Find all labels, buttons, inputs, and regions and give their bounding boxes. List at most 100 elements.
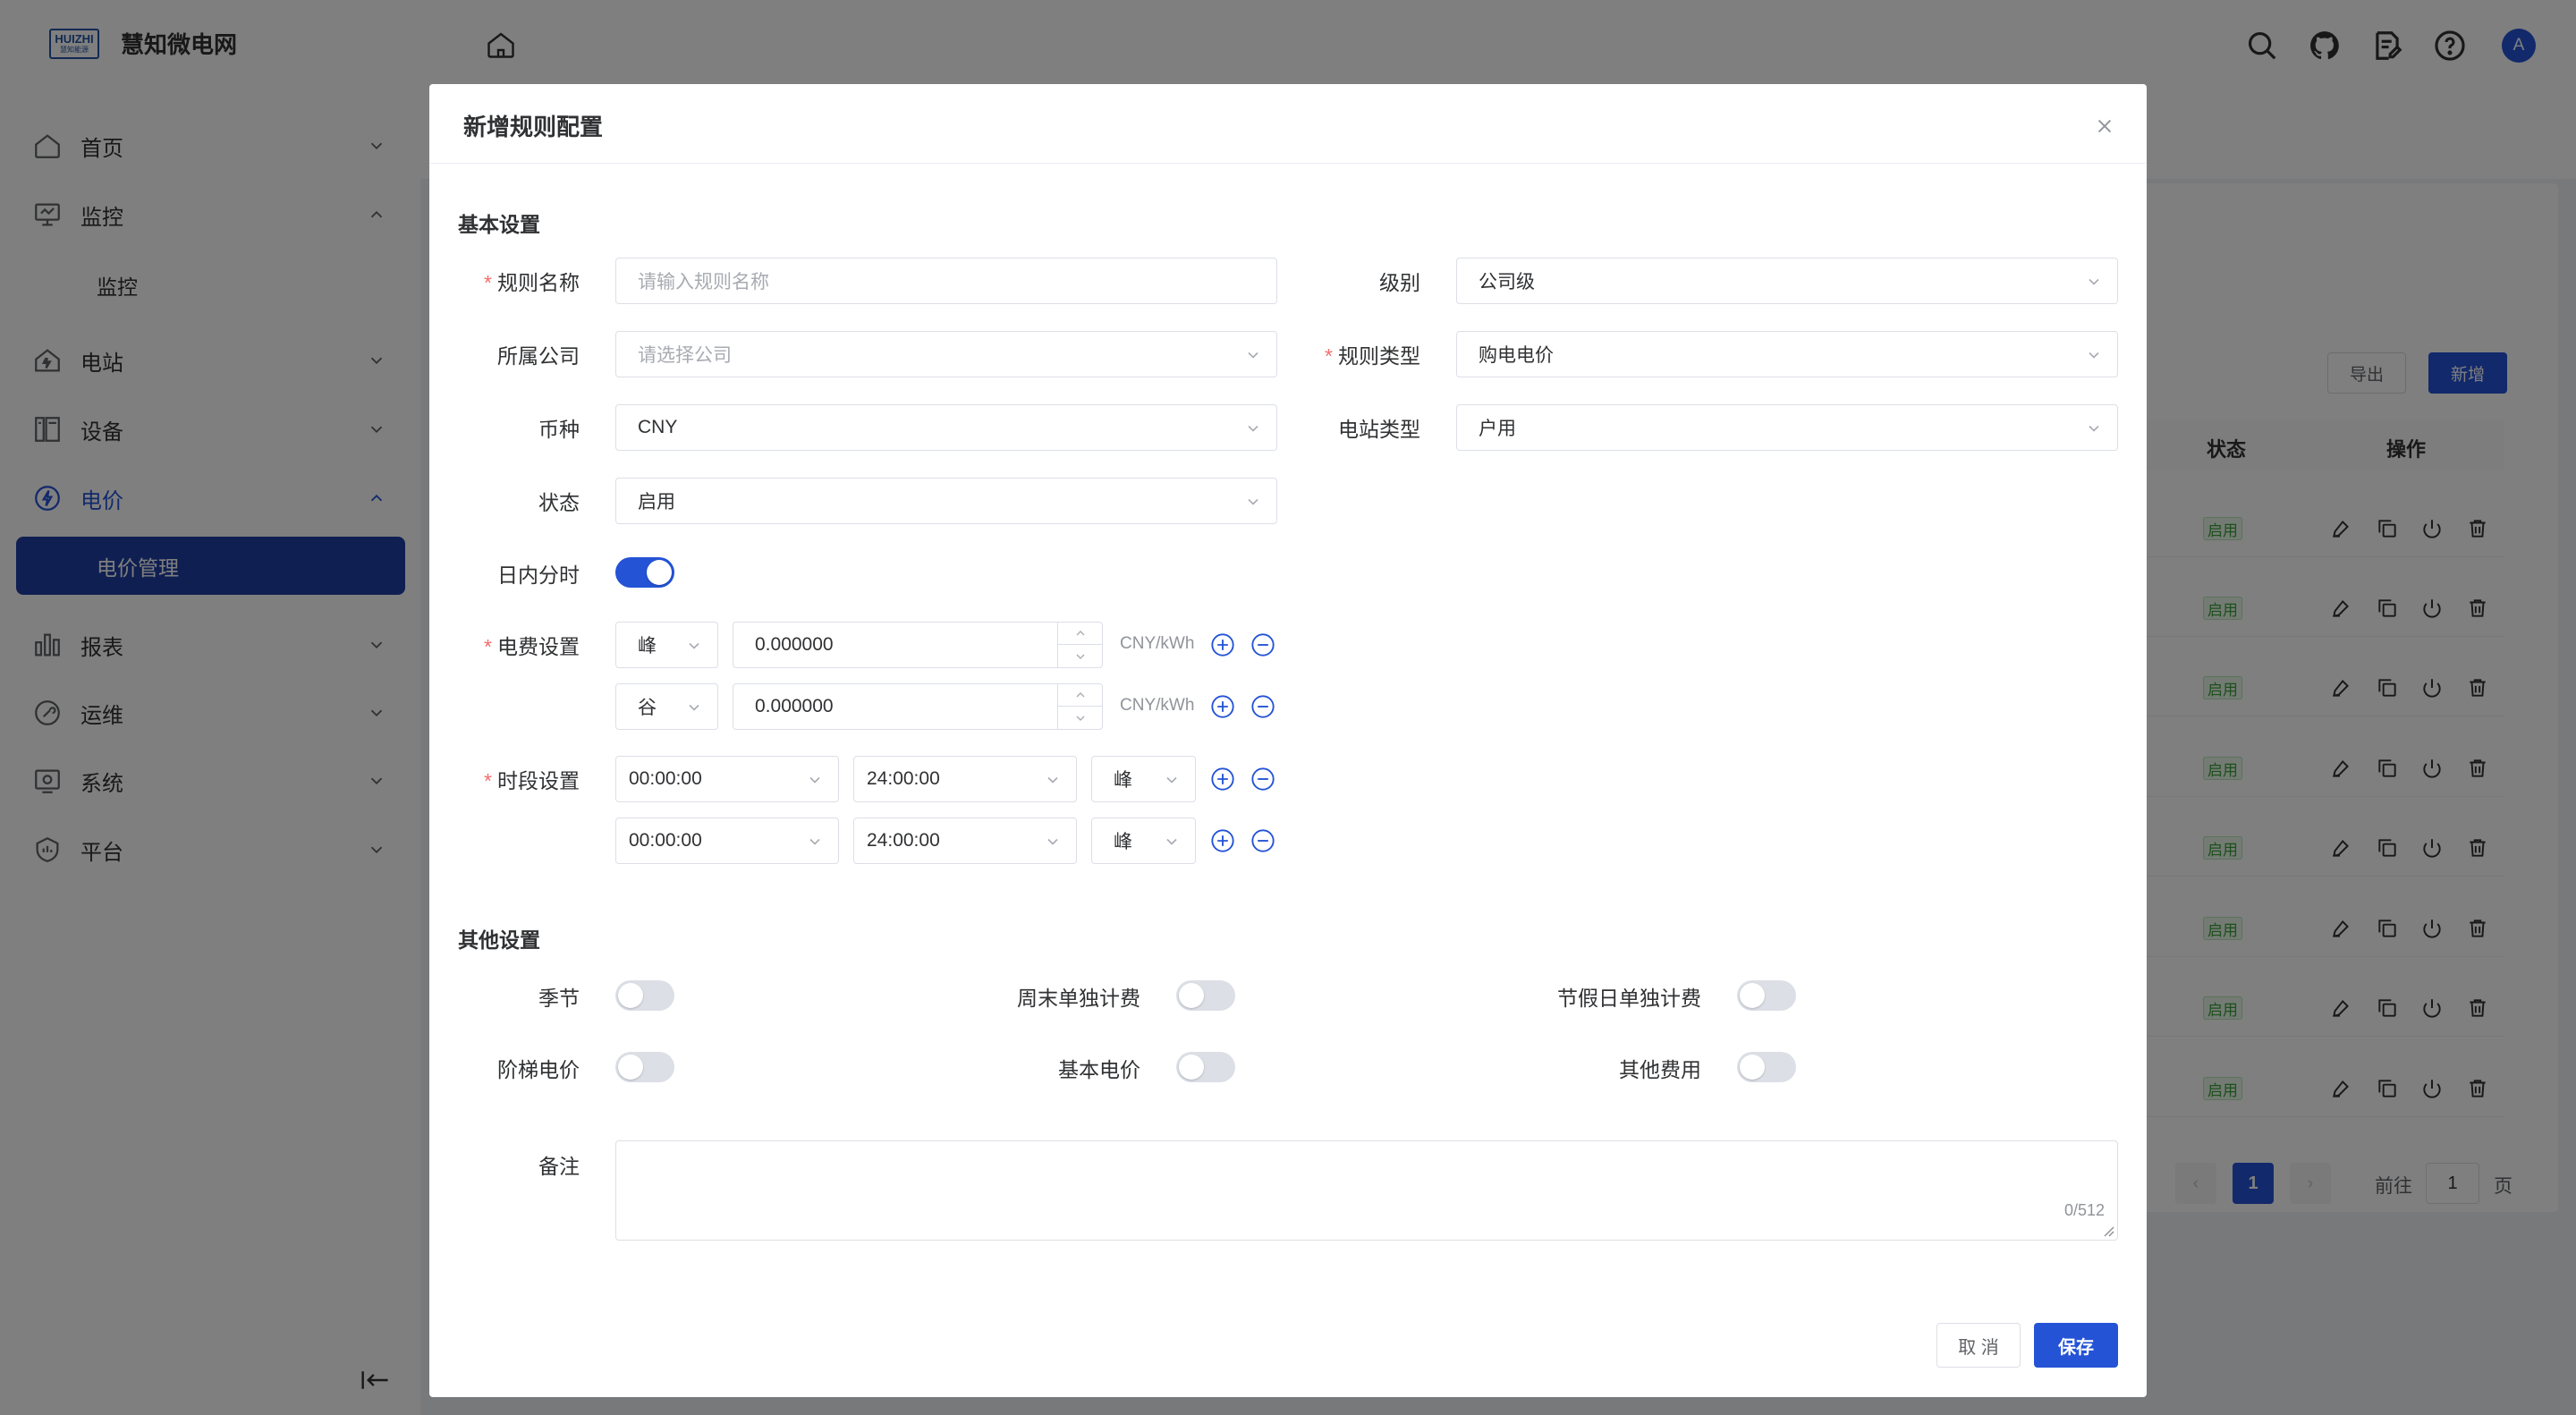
currency-value: CNY: [638, 417, 678, 437]
station-type-value: 户用: [1479, 419, 1516, 439]
dialog-divider: [429, 163, 2147, 164]
fee-price-input[interactable]: 0.000000: [733, 683, 1103, 730]
rule-type-label-text: 规则类型: [1338, 344, 1420, 368]
rule-name-input[interactable]: 请输入规则名称: [615, 258, 1277, 304]
currency-label: 币种: [538, 418, 580, 441]
cancel-button[interactable]: 取 消: [1936, 1323, 2021, 1368]
time-end-select[interactable]: 24:00:00: [853, 818, 1077, 864]
time-period-value: 峰: [1114, 832, 1132, 852]
other-fee-label: 其他费用: [1619, 1058, 1701, 1081]
time-period-select[interactable]: 峰: [1091, 818, 1196, 864]
time-end-select[interactable]: 24:00:00: [853, 756, 1077, 802]
level-value: 公司级: [1479, 272, 1535, 292]
dialog-title: 新增规则配置: [463, 114, 604, 140]
time-end-value: 24:00:00: [867, 830, 940, 851]
rule-config-dialog: 新增规则配置 基本设置 * 规则名称 请输入规则名称 级别 公司级 所属公司 请选…: [429, 84, 2147, 1397]
remark-textarea[interactable]: 0/512: [615, 1140, 2118, 1241]
time-label: * 时段设置: [484, 764, 580, 794]
other-fee-toggle[interactable]: [1737, 1052, 1796, 1082]
company-select[interactable]: 请选择公司: [615, 331, 1277, 377]
toggle-knob: [618, 983, 643, 1008]
station-type-select[interactable]: 户用: [1456, 404, 2118, 451]
tiered-toggle[interactable]: [615, 1052, 674, 1082]
add-row-icon[interactable]: [1210, 694, 1235, 719]
increase-icon[interactable]: [1058, 623, 1103, 645]
increase-icon[interactable]: [1058, 684, 1103, 707]
toggle-knob: [1179, 983, 1204, 1008]
level-select[interactable]: 公司级: [1456, 258, 2118, 304]
resize-handle-icon[interactable]: [2102, 1224, 2114, 1237]
intraday-label: 日内分时: [497, 563, 580, 587]
rule-name-label: * 规则名称: [484, 266, 580, 296]
save-button[interactable]: 保存: [2034, 1323, 2118, 1368]
chevron-down-icon: [809, 776, 820, 784]
basic-label: 基本电价: [1058, 1058, 1140, 1081]
toggle-knob: [1740, 1055, 1765, 1080]
time-end-value: 24:00:00: [867, 768, 940, 789]
section-basic: 基本设置: [458, 213, 540, 236]
currency-select[interactable]: CNY: [615, 404, 1277, 451]
add-row-icon[interactable]: [1210, 632, 1235, 657]
fee-unit-label: CNY/kWh: [1120, 634, 1195, 653]
time-start-value: 00:00:00: [629, 830, 702, 851]
decrease-icon[interactable]: [1058, 707, 1103, 729]
time-start-select[interactable]: 00:00:00: [615, 756, 839, 802]
time-period-select[interactable]: 峰: [1091, 756, 1196, 802]
number-stepper: [1057, 623, 1103, 667]
chevron-down-icon: [1166, 838, 1177, 845]
add-row-icon[interactable]: [1210, 767, 1235, 792]
fee-unit-label: CNY/kWh: [1120, 696, 1195, 715]
status-label: 状态: [538, 491, 580, 514]
tiered-label: 阶梯电价: [497, 1058, 580, 1081]
remove-row-icon[interactable]: [1250, 767, 1275, 792]
required-mark: *: [484, 271, 492, 294]
chevron-down-icon: [2089, 278, 2099, 285]
number-stepper: [1057, 684, 1103, 729]
weekend-toggle[interactable]: [1176, 980, 1235, 1011]
rule-type-label: * 规则类型: [1325, 339, 1420, 369]
fee-period-select[interactable]: 峰: [615, 622, 718, 668]
section-other: 其他设置: [458, 928, 540, 952]
time-period-value: 峰: [1114, 770, 1132, 791]
chevron-down-icon: [689, 704, 699, 711]
chevron-down-icon: [1166, 776, 1177, 784]
required-mark: *: [1325, 344, 1333, 368]
rule-type-value: 购电电价: [1479, 345, 1554, 366]
company-placeholder: 请选择公司: [638, 345, 732, 366]
season-toggle[interactable]: [615, 980, 674, 1011]
time-start-select[interactable]: 00:00:00: [615, 818, 839, 864]
chevron-down-icon: [1047, 776, 1058, 784]
rule-type-select[interactable]: 购电电价: [1456, 331, 2118, 377]
add-row-icon[interactable]: [1210, 828, 1235, 853]
toggle-knob: [1740, 983, 1765, 1008]
required-mark: *: [484, 769, 492, 792]
season-label: 季节: [538, 987, 580, 1010]
basic-toggle[interactable]: [1176, 1052, 1235, 1082]
toggle-knob: [618, 1055, 643, 1080]
weekend-label: 周末单独计费: [1017, 987, 1140, 1010]
status-select[interactable]: 启用: [615, 478, 1277, 524]
chevron-down-icon: [1047, 838, 1058, 845]
chevron-down-icon: [1248, 425, 1258, 432]
company-label: 所属公司: [497, 344, 580, 368]
fee-period-select[interactable]: 谷: [615, 683, 718, 730]
fee-price-input[interactable]: 0.000000: [733, 622, 1103, 668]
chevron-down-icon: [1248, 352, 1258, 359]
fee-price-value: 0.000000: [755, 696, 834, 716]
fee-label: * 电费设置: [484, 630, 580, 660]
decrease-icon[interactable]: [1058, 645, 1103, 667]
remove-row-icon[interactable]: [1250, 632, 1275, 657]
remove-row-icon[interactable]: [1250, 828, 1275, 853]
required-mark: *: [484, 635, 492, 658]
intraday-toggle[interactable]: [615, 557, 674, 588]
chevron-down-icon: [1248, 498, 1258, 505]
chevron-down-icon: [2089, 425, 2099, 432]
rule-name-placeholder: 请输入规则名称: [638, 272, 769, 292]
holiday-toggle[interactable]: [1737, 980, 1796, 1011]
remove-row-icon[interactable]: [1250, 694, 1275, 719]
remark-label: 备注: [538, 1155, 580, 1178]
toggle-knob: [1179, 1055, 1204, 1080]
close-icon[interactable]: [2095, 116, 2114, 136]
time-label-text: 时段设置: [497, 769, 580, 792]
station-type-label: 电站类型: [1338, 418, 1420, 441]
